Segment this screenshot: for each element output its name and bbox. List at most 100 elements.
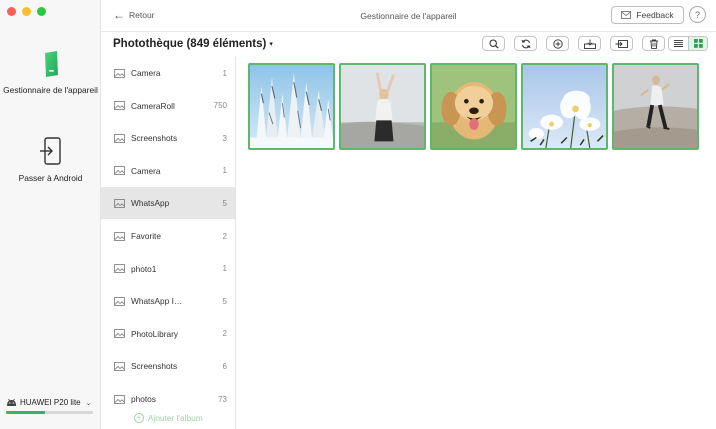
- album-name: CameraRoll: [131, 100, 175, 111]
- album-name: WhatsApp: [131, 198, 170, 209]
- album-count: 6: [222, 361, 227, 371]
- album-item[interactable]: Screenshots 6: [101, 350, 235, 382]
- storage-bar-fill: [6, 411, 46, 414]
- chevron-down-icon: ▾: [269, 41, 273, 48]
- list-view-button[interactable]: [669, 37, 688, 50]
- library-title: Photothèque (849 éléments): [113, 38, 267, 50]
- album-item[interactable]: Favorite 2: [101, 220, 235, 252]
- album-count: 5: [222, 198, 227, 208]
- back-label: Retour: [129, 10, 155, 20]
- album-name: Screenshots: [131, 133, 178, 144]
- snowy-forest-photo: [250, 65, 333, 148]
- device-selector[interactable]: HUAWEI P20 lite ⌄: [6, 398, 96, 414]
- album-count: 1: [222, 166, 227, 176]
- album-count: 73: [218, 394, 227, 404]
- nav-switch-android[interactable]: Passer à Android: [0, 137, 101, 183]
- album-item[interactable]: CameraRoll 750: [101, 90, 235, 122]
- android-icon: [7, 398, 16, 406]
- image-icon: [114, 296, 125, 306]
- grid-view-button[interactable]: [688, 37, 707, 50]
- device-name: HUAWEI P20 lite: [20, 398, 81, 407]
- chevron-down-icon: ⌄: [85, 399, 92, 407]
- album-count: 2: [222, 231, 227, 241]
- grid-view-icon: [693, 39, 703, 48]
- photo-thumb[interactable]: [521, 63, 608, 150]
- search-button[interactable]: [482, 36, 505, 51]
- list-view-icon: [674, 40, 683, 47]
- photo-thumb[interactable]: [248, 63, 335, 150]
- zoom-window-button[interactable]: [37, 7, 46, 16]
- library-title-dropdown[interactable]: Photothèque (849 éléments) ▾: [113, 38, 273, 50]
- image-icon: [114, 329, 125, 339]
- album-count: 750: [213, 101, 227, 111]
- woman-sky-photo: [341, 65, 424, 148]
- album-item[interactable]: WhatsApp 5: [101, 187, 235, 220]
- image-icon: [114, 231, 125, 241]
- add-button[interactable]: [546, 36, 569, 51]
- export-to-device-button[interactable]: [610, 36, 633, 51]
- photo-thumb[interactable]: [612, 63, 699, 150]
- photo-thumb[interactable]: [339, 63, 426, 150]
- nav-device-manager-label: Gestionnaire de l'appareil: [3, 85, 98, 95]
- photo-grid: [248, 63, 699, 150]
- nav-switch-android-label: Passer à Android: [18, 173, 83, 183]
- album-item[interactable]: Camera 1: [101, 57, 235, 89]
- switch-android-icon: [39, 137, 61, 165]
- add-album-button[interactable]: + Ajouter l'album: [134, 413, 203, 423]
- album-name: PhotoLibrary: [131, 328, 179, 339]
- album-item[interactable]: Camera 1: [101, 155, 235, 187]
- delete-button[interactable]: [642, 36, 665, 51]
- image-icon: [114, 101, 125, 110]
- export-to-computer-icon: [583, 39, 596, 49]
- plus-circle-icon: +: [134, 413, 144, 423]
- close-window-button[interactable]: [7, 7, 16, 16]
- back-button[interactable]: ← Retour: [113, 7, 155, 22]
- album-name: Camera: [131, 165, 161, 176]
- photo-thumb[interactable]: [430, 63, 517, 150]
- album-name: photos: [131, 394, 156, 404]
- image-icon: [114, 264, 125, 273]
- export-to-device-icon: [615, 39, 628, 48]
- toolbar: [482, 36, 665, 51]
- album-item[interactable]: WhatsApp I… 5: [101, 285, 235, 317]
- delete-icon: [649, 39, 658, 49]
- image-icon: [114, 166, 125, 176]
- top-bar: ← Retour Gestionnaire de l'appareil Feed…: [101, 0, 716, 32]
- search-icon: [488, 38, 499, 49]
- album-name: photo1: [131, 263, 157, 274]
- mail-icon: [621, 11, 632, 19]
- window-controls: [7, 7, 46, 16]
- feedback-button[interactable]: Feedback: [611, 6, 684, 24]
- export-to-computer-button[interactable]: [578, 36, 601, 51]
- section-header: Photothèque (849 éléments) ▾: [101, 32, 716, 57]
- image-icon: [114, 68, 125, 78]
- album-count: 1: [222, 68, 227, 78]
- album-list: Camera 1 CameraRoll 750 Screenshots 3 Camera 1 W…: [101, 57, 236, 429]
- add-album-label: Ajouter l'album: [148, 413, 203, 423]
- nav-device-manager[interactable]: Gestionnaire de l'appareil: [0, 51, 101, 95]
- album-item[interactable]: photos 73: [101, 383, 235, 415]
- album-count: 3: [222, 133, 227, 143]
- album-name: WhatsApp I…: [131, 296, 183, 307]
- album-name: Favorite: [131, 231, 161, 241]
- arrow-left-icon: ←: [113, 7, 125, 22]
- woman-beach-photo: [614, 65, 697, 148]
- minimize-window-button[interactable]: [22, 7, 31, 16]
- album-count: 1: [222, 264, 227, 274]
- image-icon: [114, 198, 125, 208]
- help-button[interactable]: ?: [689, 6, 706, 23]
- album-item[interactable]: photo1 1: [101, 253, 235, 285]
- app-sidebar: Gestionnaire de l'appareil Passer à Andr…: [0, 0, 101, 429]
- refresh-button[interactable]: [514, 36, 537, 51]
- album-item[interactable]: Screenshots 3: [101, 122, 235, 154]
- refresh-icon: [521, 39, 530, 48]
- album-count: 5: [222, 296, 227, 306]
- album-item[interactable]: PhotoLibrary 2: [101, 318, 235, 350]
- view-mode-toggle: [668, 36, 708, 51]
- album-count: 2: [222, 329, 227, 339]
- phone-manager-icon: [44, 51, 58, 77]
- image-icon: [114, 394, 125, 404]
- image-icon: [114, 361, 125, 371]
- image-icon: [114, 133, 125, 143]
- storage-bar: [6, 411, 93, 414]
